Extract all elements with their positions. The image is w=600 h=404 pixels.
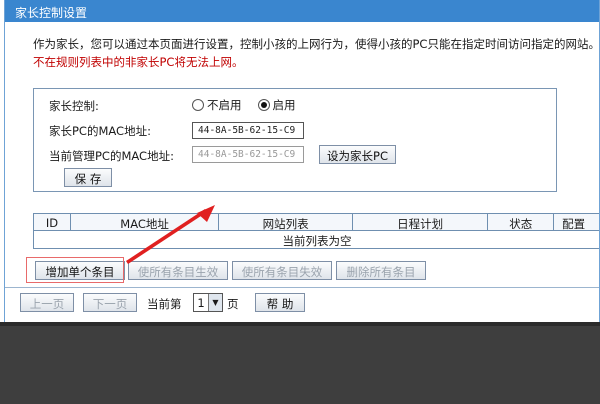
annotation-arrow-head xyxy=(197,205,215,222)
annotation-arrow-shaft xyxy=(126,209,207,264)
background-dark-area xyxy=(0,322,600,404)
dark-area-edge xyxy=(0,322,600,326)
